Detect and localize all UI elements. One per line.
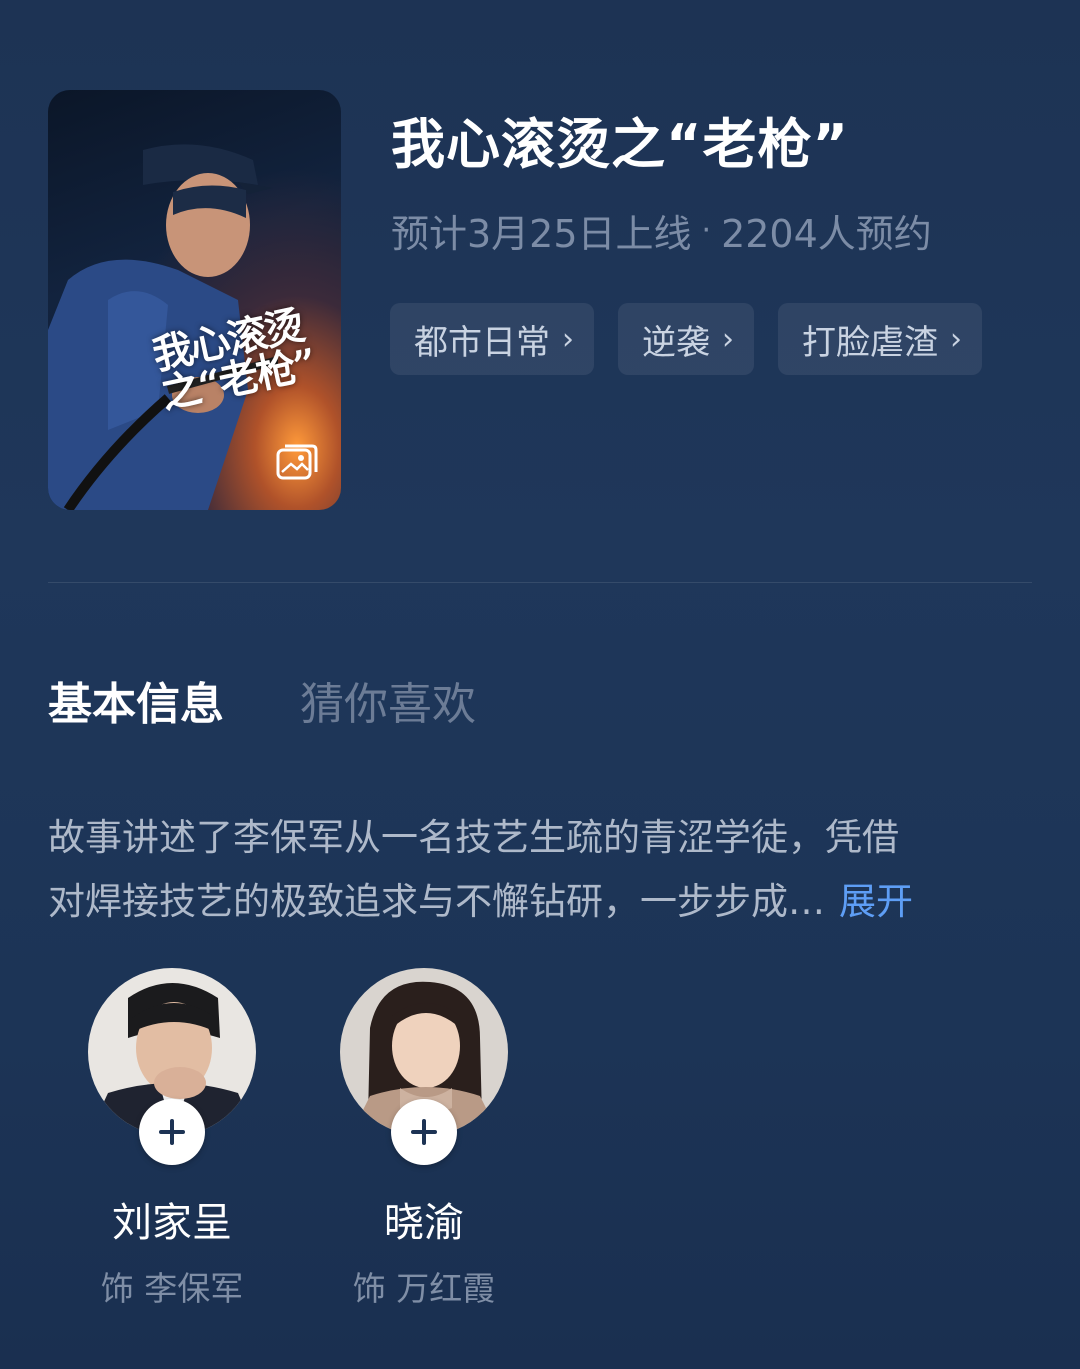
cast-list: 刘家呈 饰 李保军 晓渝 饰 万红霞 xyxy=(88,968,508,1310)
synopsis-line-1: 故事讲述了李保军从一名技艺生疏的青涩学徒，凭借 xyxy=(48,816,899,859)
plus-icon xyxy=(411,1119,437,1145)
tag-button-urban-daily[interactable]: 都市日常 › xyxy=(390,303,594,375)
section-divider xyxy=(48,582,1032,583)
poster-image[interactable]: 我心滚烫 之“老枪” xyxy=(48,90,341,510)
synopsis-line-2-text: 对焊接技艺的极致追求与不懈钻研，一步步成… xyxy=(48,880,825,923)
reservation-count: 2204人预约 xyxy=(721,212,932,256)
chevron-right-icon: › xyxy=(950,321,962,357)
info-tabs: 基本信息 猜你喜欢 xyxy=(48,668,476,732)
cast-member[interactable]: 刘家呈 饰 李保军 xyxy=(88,968,256,1310)
release-meta: 预计3月25日上线 · 2204人预约 xyxy=(391,203,932,258)
tag-label: 打脸虐渣 xyxy=(802,322,938,363)
gallery-icon[interactable] xyxy=(275,442,319,482)
meta-separator: · xyxy=(701,213,712,248)
tag-label: 逆袭 xyxy=(642,322,710,363)
chevron-right-icon: › xyxy=(562,321,574,357)
chevron-right-icon: › xyxy=(722,321,734,357)
synopsis: 故事讲述了李保军从一名技艺生疏的青涩学徒，凭借 对焊接技艺的极致追求与不懈钻研，… xyxy=(48,806,1038,934)
tag-list: 都市日常 › 逆袭 › 打脸虐渣 › xyxy=(390,303,982,375)
release-date: 预计3月25日上线 xyxy=(391,212,692,256)
actor-name: 晓渝 xyxy=(384,1200,464,1246)
show-title: 我心滚烫之“老枪” xyxy=(391,113,849,176)
actor-name: 刘家呈 xyxy=(112,1200,232,1246)
actor-role: 饰 万红霞 xyxy=(352,1269,496,1308)
tab-recommendations[interactable]: 猜你喜欢 xyxy=(300,668,476,732)
tag-button-comeback[interactable]: 逆袭 › xyxy=(618,303,754,375)
cast-member[interactable]: 晓渝 饰 万红霞 xyxy=(340,968,508,1310)
tag-label: 都市日常 xyxy=(414,322,550,363)
synopsis-line-2: 对焊接技艺的极致追求与不懈钻研，一步步成… 展开 xyxy=(48,870,1038,934)
follow-button[interactable] xyxy=(391,1099,457,1165)
plus-icon xyxy=(159,1119,185,1145)
follow-button[interactable] xyxy=(139,1099,205,1165)
tab-basic-info[interactable]: 基本信息 xyxy=(48,668,224,732)
actor-role: 饰 李保军 xyxy=(100,1269,244,1308)
expand-link[interactable]: 展开 xyxy=(839,880,913,923)
tag-button-face-slap[interactable]: 打脸虐渣 › xyxy=(778,303,982,375)
